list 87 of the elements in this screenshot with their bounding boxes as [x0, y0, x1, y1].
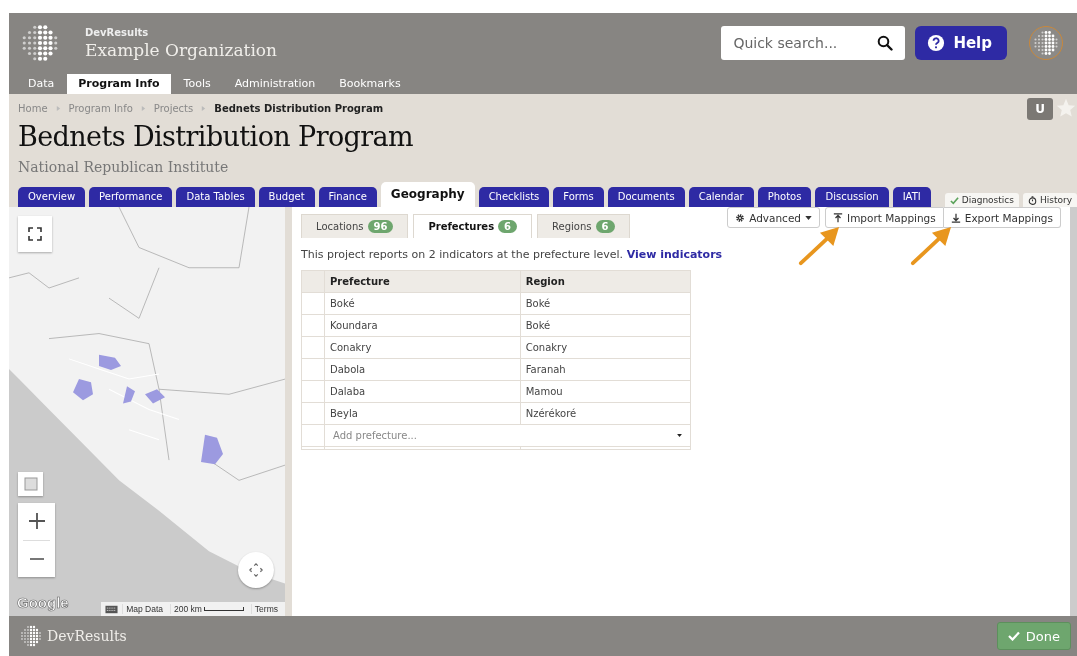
nav-tab[interactable]: Tools — [172, 74, 222, 94]
diagnostics-tab[interactable]: Diagnostics — [944, 193, 1019, 207]
avatar-icon[interactable] — [1029, 26, 1063, 60]
table-cell: Mamou — [520, 380, 691, 403]
section-tab[interactable]: Finance — [318, 187, 377, 207]
section-tab[interactable]: Forms — [553, 187, 604, 207]
caret-icon — [677, 434, 682, 437]
check-icon — [1007, 631, 1020, 641]
section-tab[interactable]: Photos — [757, 187, 812, 207]
page-subtitle: National Republican Institute — [18, 159, 230, 175]
chevron-icon — [140, 104, 146, 112]
section-tab[interactable]: Budget — [258, 187, 315, 207]
upload-icon — [833, 212, 844, 223]
nav-tab[interactable]: Program Info — [67, 74, 171, 94]
advanced-dropdown[interactable]: Advanced — [727, 207, 821, 228]
section-tab[interactable]: Overview — [18, 187, 86, 207]
subtab[interactable]: Prefectures 6 — [413, 214, 533, 238]
section-tab[interactable]: Data Tables — [176, 187, 255, 207]
table-cell: Koundara — [324, 314, 521, 337]
chevron-icon — [55, 104, 61, 112]
annotation-arrow — [797, 225, 841, 267]
fullscreen-button[interactable] — [18, 216, 52, 252]
nav-tab[interactable]: Bookmarks — [328, 74, 412, 94]
section-tab[interactable]: Checklists — [478, 187, 550, 207]
search-field[interactable]: Quick search... — [721, 26, 906, 60]
section-tab[interactable]: Geography — [380, 182, 475, 207]
pan-arrows-icon — [249, 563, 263, 577]
page-title: Bednets Distribution Program — [18, 121, 415, 152]
map-type-button[interactable] — [18, 472, 43, 496]
table-cell: Conakry — [520, 336, 691, 359]
breadcrumb-current: Bednets Distribution Program — [214, 102, 384, 114]
search-icon — [877, 35, 894, 51]
map-attribution-link[interactable]: Map Data — [122, 604, 166, 614]
map-logo: Google — [17, 594, 69, 611]
table-cell: Boké — [324, 292, 521, 315]
view-indicators-link[interactable]: View indicators — [626, 248, 723, 261]
table-cell: Dabola — [324, 358, 521, 381]
subtab[interactable]: Locations 96 — [301, 214, 409, 238]
nav-tab[interactable]: Administration — [223, 74, 327, 94]
count-badge: 6 — [498, 220, 518, 233]
history-tab[interactable]: History — [1022, 193, 1077, 207]
section-tab[interactable]: Discussion — [815, 187, 889, 207]
logo-icon — [19, 624, 43, 648]
question-icon — [927, 34, 946, 52]
footer-brand: DevResults — [47, 628, 127, 644]
table-cell: Nzérékoré — [520, 402, 691, 425]
table-cell: Dalaba — [324, 380, 521, 403]
column-header: Region — [520, 270, 691, 293]
table-cell: Boké — [520, 314, 691, 337]
export-button[interactable]: Export Mappings — [943, 207, 1061, 228]
add-prefecture-dropdown[interactable]: Add prefecture... — [325, 425, 690, 446]
table-cell: Faranah — [520, 358, 691, 381]
stopwatch-icon — [1027, 195, 1037, 205]
check-icon — [949, 195, 959, 205]
minus-icon — [28, 557, 45, 560]
map-attribution-link[interactable]: Terms — [250, 604, 281, 614]
fullscreen-icon — [28, 227, 42, 241]
caret-icon — [805, 215, 813, 220]
subtab[interactable]: Regions 6 — [537, 214, 630, 238]
annotation-arrow — [909, 225, 953, 267]
help-button[interactable]: Help — [915, 26, 1007, 60]
keyboard-icon[interactable] — [105, 604, 119, 614]
plus-icon — [28, 513, 45, 530]
table-cell: Conakry — [324, 336, 521, 359]
frame-icon — [23, 477, 38, 491]
section-tab[interactable]: IATI — [892, 187, 931, 207]
column-header: Prefecture — [324, 270, 521, 293]
brand-name: DevResults — [85, 26, 150, 38]
star-icon[interactable] — [1055, 97, 1077, 119]
section-tab[interactable]: Documents — [607, 187, 685, 207]
count-badge: 96 — [367, 220, 394, 233]
table-cell: Boké — [520, 292, 691, 315]
import-button[interactable]: Import Mappings — [825, 207, 944, 228]
user-badge[interactable]: U — [1027, 98, 1053, 120]
table-cell: Beyla — [324, 402, 521, 425]
count-badge: 6 — [595, 220, 615, 233]
globe-icon — [1032, 29, 1060, 57]
nav-tab[interactable]: Data — [17, 74, 66, 94]
download-icon — [950, 212, 961, 223]
info-text: This project reports on 2 indicators at the prefecture level. View indicators — [301, 248, 724, 261]
gear-icon — [735, 212, 746, 223]
scrollbar[interactable] — [1070, 207, 1077, 616]
section-tab[interactable]: Calendar — [688, 187, 754, 207]
organization-name: Example Organization — [85, 39, 278, 60]
section-tab[interactable]: Performance — [89, 187, 173, 207]
map-scale: 200 km — [170, 604, 247, 614]
chevron-icon — [201, 104, 207, 112]
